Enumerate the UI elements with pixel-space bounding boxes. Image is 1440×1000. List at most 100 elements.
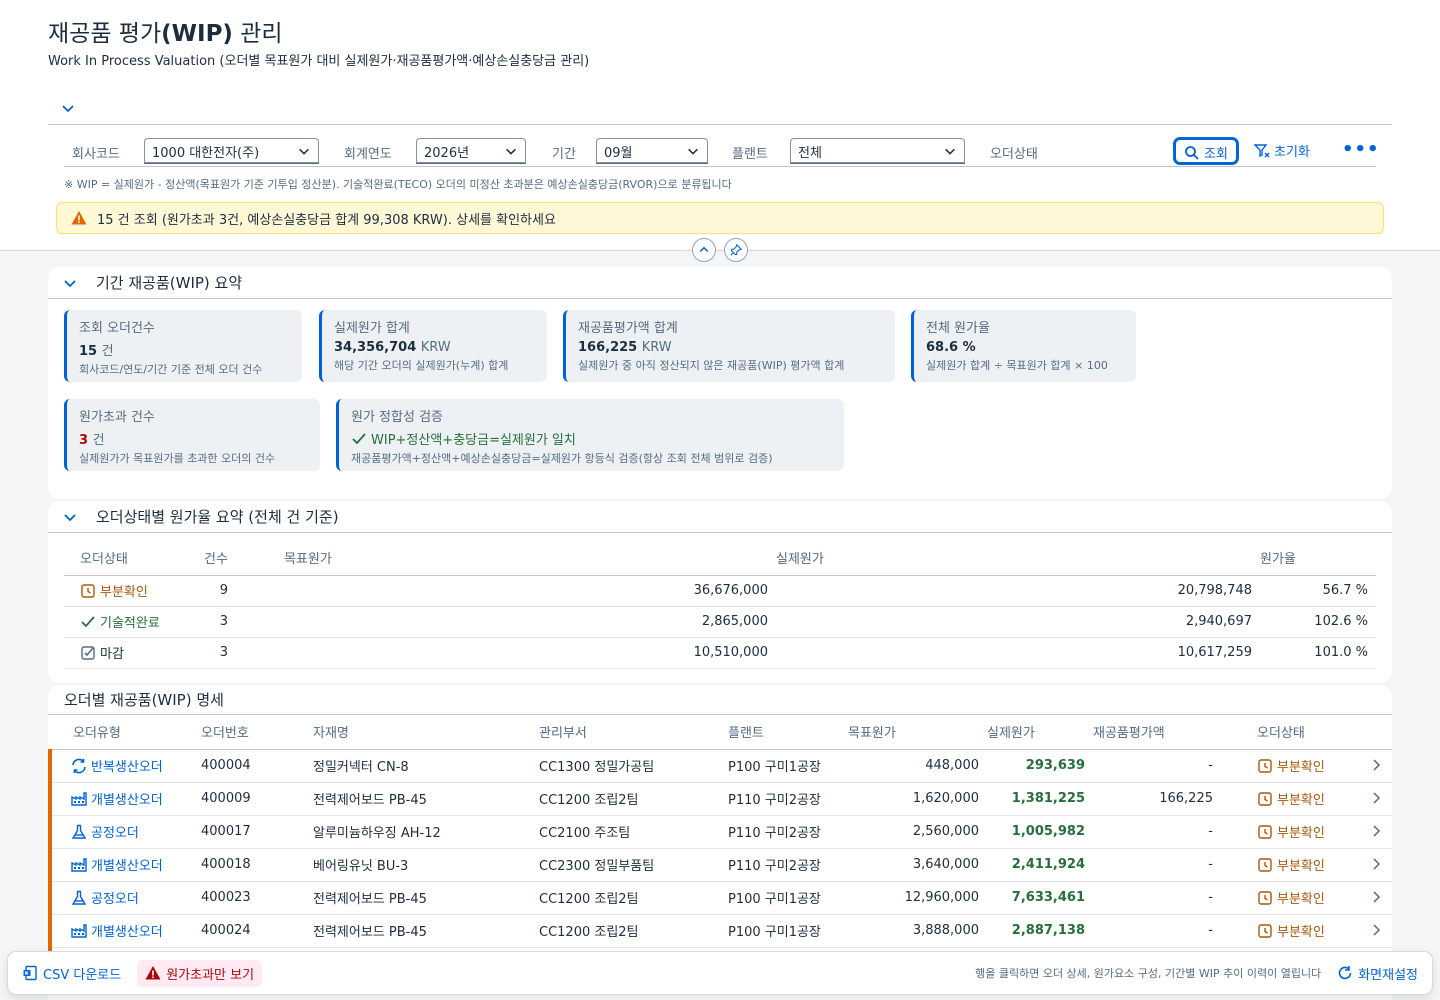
wip-summary-section: 기간 재공품(WIP) 요약 조회 오더건수 15 건 회사코드/연도/기간 기… <box>48 267 1392 499</box>
target-cost-cell: 12,960,000 <box>848 881 987 915</box>
order-type-cell[interactable]: 공정오더 <box>48 815 201 849</box>
table-row[interactable]: 개별생산오더 400009 전력제어보드 PB-45 CC1200 조립2팀 P110 … <box>48 782 1392 816</box>
order-status-cell: 부분확인 <box>1221 914 1368 948</box>
status-cell: 기술적완료 <box>64 606 204 638</box>
column-header[interactable]: 원가율 <box>1260 541 1376 576</box>
table-row[interactable]: 부분확인 9 36,676,000 20,798,748 56.7 % <box>64 575 1376 607</box>
order-number-cell: 400017 <box>201 815 313 849</box>
column-header[interactable]: 플랜트 <box>728 715 848 750</box>
column-header[interactable]: 실제원가 <box>987 715 1093 750</box>
rate-cell: 56.7 % <box>1260 575 1376 607</box>
pending-clock-icon <box>1258 924 1272 938</box>
refresh-icon <box>1338 966 1352 980</box>
show-overrun-only-button[interactable]: 원가초과만 보기 <box>137 959 263 987</box>
reset-layout-button[interactable]: 화면재설정 <box>1337 964 1418 983</box>
column-header[interactable]: 목표원가 <box>848 715 987 750</box>
target-cost-cell: 3,888,000 <box>848 914 987 948</box>
row-navigation[interactable] <box>1368 749 1392 783</box>
csv-download-button[interactable]: CSV 다운로드 <box>22 964 121 983</box>
table-row[interactable]: 공정오더 400023 전력제어보드 PB-45 CC1200 조립2팀 P100 구미… <box>48 881 1392 915</box>
pending-clock-icon <box>1258 858 1272 872</box>
reset-button[interactable]: 초기화 <box>1254 141 1310 160</box>
pending-clock-icon <box>1258 759 1272 773</box>
column-header[interactable]: 오더상태 <box>64 541 204 576</box>
column-header[interactable]: 오더상태 <box>1221 715 1368 750</box>
column-header[interactable]: 오더유형 <box>50 715 201 750</box>
material-cell: 베어링유닛 BU-3 <box>313 848 539 882</box>
row-navigation[interactable] <box>1368 848 1392 882</box>
order-type-cell[interactable]: 반복생산오더 <box>48 749 201 783</box>
table-row[interactable]: 반복생산오더 400004 정밀커넥터 CN-8 CC1300 정밀가공팀 P100 구… <box>48 749 1392 783</box>
table-row[interactable]: 개별생산오더 400024 전력제어보드 PB-45 CC1200 조립2팀 P100 … <box>48 914 1392 948</box>
card-description: 해당 기간 오더의 실제원가(누계) 합계 <box>334 359 509 372</box>
row-navigation[interactable] <box>1368 881 1392 915</box>
check-icon <box>81 616 95 628</box>
column-header[interactable]: 실제원가 <box>776 541 1260 576</box>
rate-cell: 101.0 % <box>1260 637 1376 669</box>
row-navigation[interactable] <box>1368 782 1392 816</box>
row-navigation[interactable] <box>1368 914 1392 948</box>
card-value: WIP+정산액+충당금=실제원가 일치 <box>351 429 832 448</box>
more-options-button[interactable]: ••• <box>1342 139 1380 160</box>
table-row[interactable]: 개별생산오더 400018 베어링유닛 BU-3 CC2300 정밀부품팀 P110 구… <box>48 848 1392 882</box>
wip-value-cell: - <box>1093 815 1221 849</box>
actual-cost-cell: 7,633,461 <box>987 881 1093 915</box>
card-description: 회사코드/연도/기간 기준 전체 오더 건수 <box>79 363 263 376</box>
table-row[interactable]: 공정오더 400017 알루미늄하우징 AH-12 CC2100 주조팀 P110 구미… <box>48 815 1392 849</box>
go-button[interactable]: 조회 <box>1174 138 1238 164</box>
order-status-cell: 부분확인 <box>1221 782 1368 816</box>
period-select[interactable]: 09월 <box>596 138 708 164</box>
wip-detail-table: 오더유형 오더번호 자재명 관리부서 플랜트 목표원가 실제원가 재공품평가액 … <box>48 715 1392 981</box>
page-header: 재공품 평가(WIP) 관리 Work In Process Valuation… <box>0 0 1440 262</box>
order-type-cell[interactable]: 공정오더 <box>48 881 201 915</box>
chevron-down-icon[interactable] <box>62 509 78 525</box>
table-row[interactable]: 기술적완료 3 2,865,000 2,940,697 102.6 % <box>64 606 1376 638</box>
row-navigation[interactable] <box>1368 815 1392 849</box>
company-code-select[interactable]: 1000 대한전자(주) <box>144 138 319 164</box>
status-cell: 부분확인 <box>64 575 204 607</box>
search-icon <box>1185 145 1199 160</box>
plant-cell: P110 구미2공장 <box>728 782 848 816</box>
column-header[interactable]: 자재명 <box>313 715 539 750</box>
order-status-cell: 부분확인 <box>1221 848 1368 882</box>
column-header[interactable]: 목표원가 <box>284 541 776 576</box>
clear-filter-icon <box>1254 143 1270 157</box>
order-type-cell[interactable]: 개별생산오더 <box>48 782 201 816</box>
order-number-cell: 400023 <box>201 881 313 915</box>
order-type-cell[interactable]: 개별생산오더 <box>48 848 201 882</box>
chevron-up-icon <box>699 246 709 253</box>
section-header[interactable]: 오더상태별 원가율 요약 (전체 건 기준) <box>48 501 1392 533</box>
column-header[interactable]: 오더번호 <box>201 715 313 750</box>
material-cell: 전력제어보드 PB-45 <box>313 881 539 915</box>
column-header[interactable]: 건수 <box>204 541 284 576</box>
pending-clock-icon <box>1258 891 1272 905</box>
factory-icon <box>71 792 87 806</box>
pin-header-button[interactable] <box>724 238 748 262</box>
warning-message-strip: 15 건 조회 (원가초과 3건, 예상손실충당금 합계 99,308 KRW)… <box>56 202 1384 234</box>
material-cell: 전력제어보드 PB-45 <box>313 914 539 948</box>
order-type-cell[interactable]: 개별생산오더 <box>48 914 201 948</box>
table-row[interactable]: 마감 3 10,510,000 10,617,259 101.0 % <box>64 637 1376 669</box>
column-header[interactable]: 관리부서 <box>539 715 728 750</box>
card-title: 조회 오더건수 <box>79 321 155 336</box>
kpi-card-wip-total: 재공품평가액 합계 166,225 KRW 실제원가 중 아직 정산되지 않은 … <box>563 310 895 382</box>
checkbox-checked-icon <box>81 646 95 660</box>
actual-cell: 20,798,748 <box>776 575 1260 607</box>
section-header[interactable]: 기간 재공품(WIP) 요약 <box>48 267 1392 299</box>
section-title: 오더상태별 원가율 요약 (전체 건 기준) <box>96 508 339 526</box>
fiscal-year-select[interactable]: 2026년 <box>416 138 526 164</box>
plant-select[interactable]: 전체 <box>790 138 965 164</box>
order-number-cell: 400009 <box>201 782 313 816</box>
kpi-card-actual-cost: 실제원가 합계 34,356,704 KRW 해당 기간 오더의 실제원가(누계… <box>319 310 547 382</box>
collapse-header-button[interactable] <box>692 238 716 262</box>
chevron-down-icon[interactable] <box>60 100 76 116</box>
plant-cell: P110 구미2공장 <box>728 815 848 849</box>
department-cell: CC1200 조립2팀 <box>539 914 728 948</box>
count-cell: 3 <box>204 637 284 669</box>
column-header[interactable]: 재공품평가액 <box>1093 715 1221 750</box>
chevron-down-icon[interactable] <box>62 275 78 291</box>
chevron-right-icon <box>1373 792 1381 804</box>
department-cell: CC2100 주조팀 <box>539 815 728 849</box>
target-cost-cell: 1,620,000 <box>848 782 987 816</box>
count-cell: 9 <box>204 575 284 607</box>
